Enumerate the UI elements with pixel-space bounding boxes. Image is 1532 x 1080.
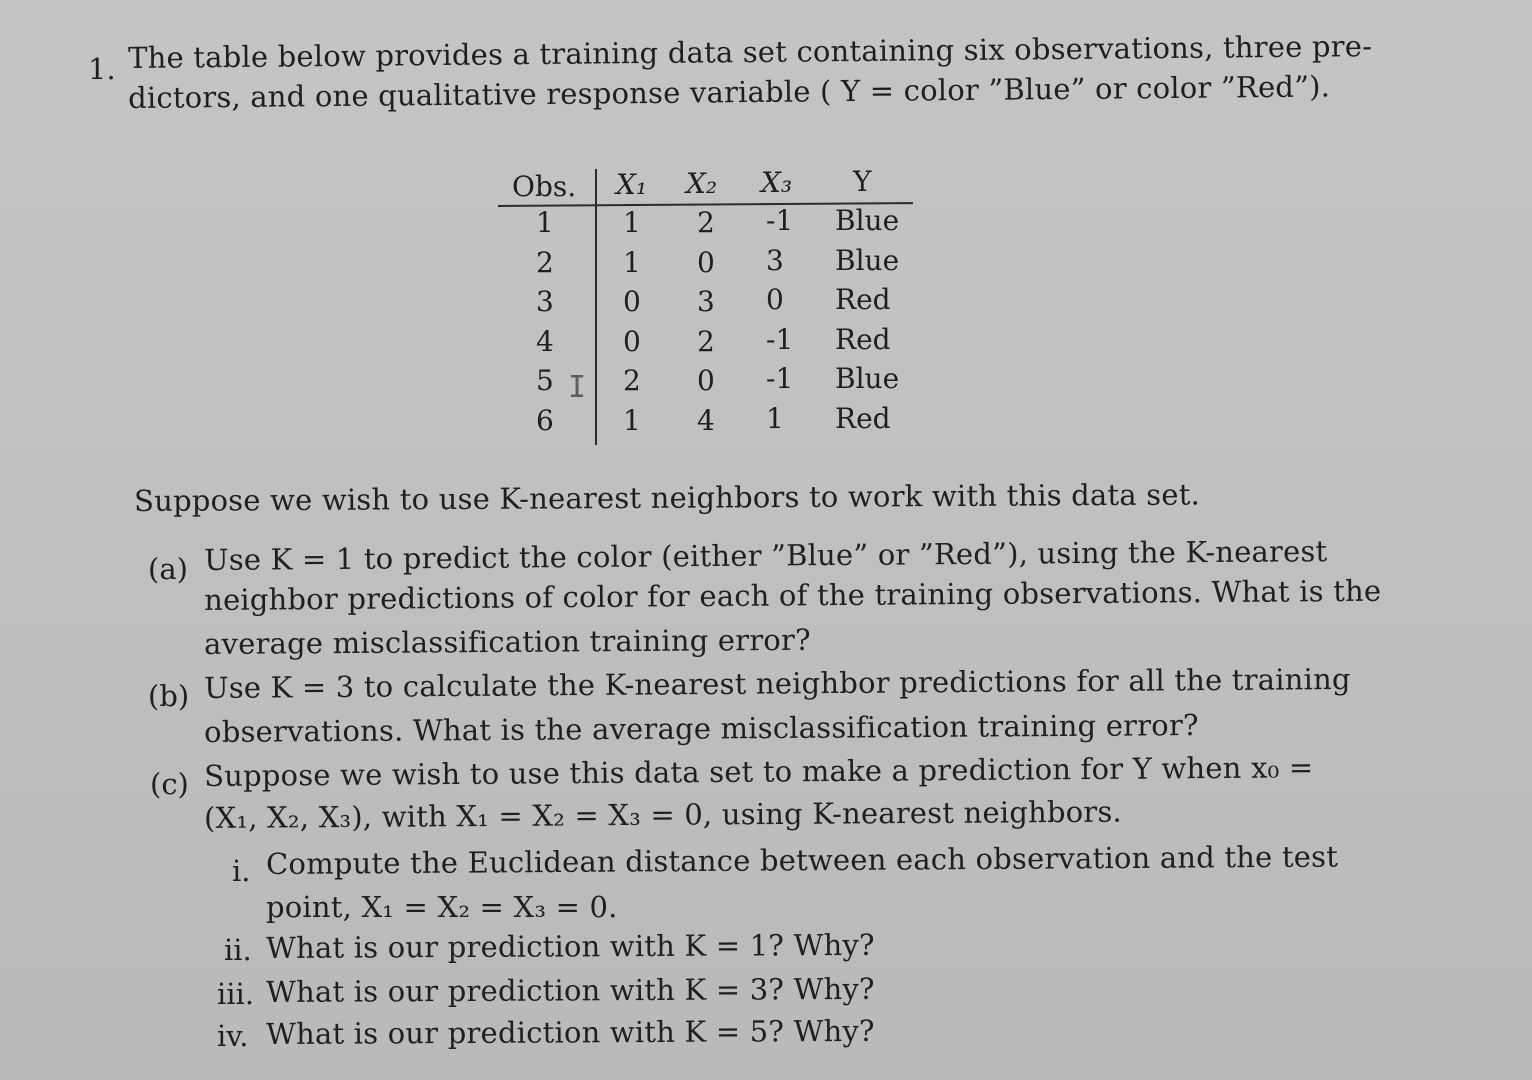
knn-lead-sentence: Suppose we wish to use K-nearest neighbo… [133,477,1201,518]
cell-x3: 0 [766,283,784,316]
part-c-line-1: Suppose we wish to use this data set to … [203,750,1314,793]
header-x2: X₂ [686,167,718,200]
cell-x1: 1 [623,245,641,279]
table-obs-divider [595,169,597,445]
cell-x2: 0 [697,364,715,397]
cell-x3: -1 [766,322,794,356]
cell-y: Blue [835,204,900,237]
cell-x3: 1 [766,401,784,435]
part-a-line-3: average misclassification training error… [203,622,811,661]
cell-y: Red [835,283,891,316]
header-obs: Obs. [512,170,577,203]
document-page: 1. The table below provides a training d… [0,0,1532,1080]
cell-x2: 2 [697,206,715,239]
subpart-i-line-2: point, X₁ = X₂ = X₃ = 0. [266,890,618,924]
cell-x1: 1 [623,403,641,437]
cell-obs: 1 [536,206,554,239]
subpart-iv-label: iv. [217,1019,249,1053]
cell-y: Blue [835,362,900,395]
subpart-ii-label: ii. [224,933,252,967]
cell-x1: 0 [623,324,641,358]
cell-y: Red [835,401,891,435]
problem-number: 1. [88,52,116,86]
cell-x2: 4 [697,403,715,437]
cell-obs: 5 [536,364,554,397]
subpart-iii-line: What is our prediction with K = 3? Why? [265,971,875,1009]
subpart-iii-label: iii. [217,977,255,1011]
cell-obs: 3 [536,285,554,318]
cell-x1: 2 [623,364,641,397]
subpart-i-label: i. [232,854,251,888]
cell-y: Blue [835,243,900,277]
header-x3: X₃ [761,166,793,199]
cell-obs: 2 [536,245,554,279]
cell-x2: 2 [697,324,715,358]
cell-x3: -1 [766,204,794,237]
part-c-line-2: (X₁, X₂, X₃), with X₁ = X₂ = X₃ = 0, usi… [203,794,1123,835]
header-x1: X₁ [616,168,648,201]
problem-intro-line-2: dictors, and one qualitative response va… [127,69,1331,115]
cell-x3: 3 [766,243,784,277]
header-y: Y [853,165,872,198]
cell-obs: 4 [536,324,554,358]
cell-x1: 1 [623,206,641,239]
cell-x2: 3 [697,285,715,318]
part-b-label: (b) [148,679,190,713]
cell-y: Red [835,322,891,356]
subpart-iv-line: What is our prediction with K = 5? Why? [265,1013,875,1051]
part-a-label: (a) [148,552,188,586]
cell-x3: -1 [766,362,794,395]
part-b-line-2: observations. What is the average miscla… [203,708,1199,749]
cell-obs: 6 [536,403,554,437]
part-a-line-2: neighbor predictions of color for each o… [203,573,1382,617]
cell-x1: 0 [623,285,641,318]
training-data-table: Obs. X₁ X₂ X₃ Y 1 1 2 -1 Blue 2 1 0 3 Blue 3 0 3 0 Red… [497,165,916,445]
text-cursor-icon: I [568,370,587,405]
part-c-label: (c) [150,767,189,801]
cell-x2: 0 [697,245,715,279]
part-a-line-1: Use K = 1 to predict the color (either ”… [203,534,1328,577]
part-b-line-1: Use K = 3 to calculate the K-nearest nei… [203,661,1351,705]
subpart-i-line-1: Compute the Euclidean distance between e… [265,839,1339,881]
problem-intro-line-1: The table below provides a training data… [127,29,1373,75]
subpart-ii-line: What is our prediction with K = 1? Why? [265,927,875,965]
